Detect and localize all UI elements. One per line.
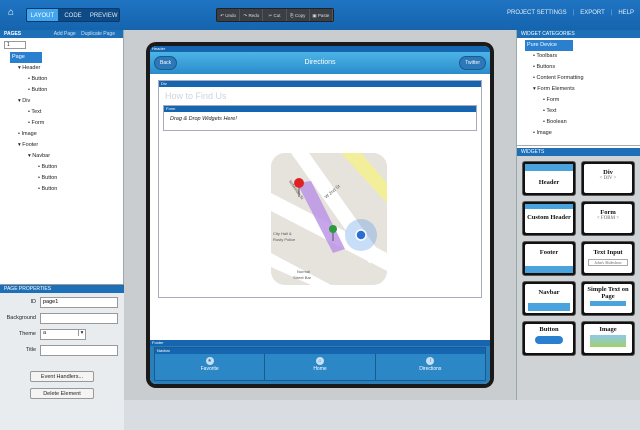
tree-item-button[interactable]: • Button	[10, 162, 123, 173]
category-content-formatting[interactable]: • Content Formatting	[525, 73, 640, 84]
background-input[interactable]	[40, 312, 118, 324]
page-header[interactable]: Back Directions Twitter	[150, 52, 490, 74]
widgets-header: WIDGETS	[517, 148, 640, 156]
paste-button[interactable]: ▣ Paste	[310, 9, 334, 21]
category-boolean[interactable]: • Boolean	[525, 117, 640, 128]
id-input[interactable]	[40, 296, 118, 308]
tree-item-button[interactable]: • Button	[10, 173, 123, 184]
top-links: PROJECT SETTINGS | EXPORT | HELP	[507, 10, 634, 16]
widget-button[interactable]: Button	[522, 321, 576, 356]
chevron-down-icon: ▾	[78, 329, 85, 336]
home-icon: ⌂	[315, 357, 324, 365]
home-icon[interactable]: ⌂	[8, 8, 18, 18]
device-frame: Header Back Directions Twitter Div How t…	[146, 42, 494, 388]
help-link[interactable]: HELP	[618, 10, 634, 16]
page-tree: Page ▾ Header • Button • Button ▾ Div • …	[0, 52, 123, 195]
info-icon: i	[426, 357, 435, 365]
tree-item-div[interactable]: ▾ Div	[10, 96, 123, 107]
pages-header: PAGES Add Page Duplicate Page	[0, 30, 123, 38]
tree-item-image[interactable]: • Image	[10, 129, 123, 140]
page-properties-panel: PAGE PROPERTIES ID Background Themea▾ Ti…	[0, 284, 124, 430]
widget-header[interactable]: Header	[522, 161, 576, 196]
widget-footer[interactable]: Footer	[522, 241, 576, 276]
image-thumbnail	[590, 335, 626, 347]
project-settings-link[interactable]: PROJECT SETTINGS	[507, 10, 567, 16]
design-canvas: Header Back Directions Twitter Div How t…	[124, 30, 516, 400]
export-link[interactable]: EXPORT	[580, 10, 605, 16]
nav-favorite-button[interactable]: ★ Favorite	[155, 354, 266, 381]
map-label: Rusty Police	[273, 237, 296, 242]
footer-label: Footer	[150, 340, 490, 346]
category-buttons[interactable]: • Buttons	[525, 62, 640, 73]
widget-navbar[interactable]: Navbar	[522, 281, 576, 316]
widget-form[interactable]: Form < FORM >	[581, 201, 635, 236]
widget-panel: WIDGET CATEGORIES Pure Device Widgets • …	[516, 30, 640, 400]
widgets-palette: WIDGETS Header Div < DIV > Custom Header …	[517, 148, 640, 400]
category-pure-device[interactable]: Pure Device Widgets	[525, 40, 573, 59]
category-form[interactable]: • Form	[525, 95, 640, 106]
category-text[interactable]: • Text	[525, 106, 640, 117]
map-label: City Hall &	[273, 231, 292, 236]
map-graphic	[271, 153, 387, 285]
pages-panel: PAGES Add Page Duplicate Page 1 Page ▾ H…	[0, 30, 124, 430]
page-footer[interactable]: Footer Navbar ★ Favorite ⌂ Home i Direction…	[150, 340, 490, 384]
widget-text-input[interactable]: Text Input John's Slideshow	[581, 241, 635, 276]
widget-categories-header: WIDGET CATEGORIES	[517, 30, 640, 38]
delete-element-button[interactable]: Delete Element	[30, 388, 94, 399]
category-form-elements[interactable]: ▾ Form Elements	[525, 84, 640, 95]
tree-item-text[interactable]: • Text	[10, 107, 123, 118]
add-page-link[interactable]: Add Page	[54, 31, 80, 37]
tree-item-page[interactable]: Page	[10, 52, 42, 63]
page-properties-header: PAGE PROPERTIES	[0, 285, 124, 293]
widget-image[interactable]: Image	[581, 321, 635, 356]
tree-item-button[interactable]: • Button	[10, 85, 123, 96]
top-bar: ⌂ LAYOUT CODE PREVIEW ↶ Undo ↷ Redo ✂ Cu…	[0, 0, 640, 30]
device-screen: Header Back Directions Twitter Div How t…	[150, 46, 490, 384]
star-icon: ★	[205, 357, 214, 365]
event-handlers-button[interactable]: Event Handlers...	[30, 371, 94, 382]
page-title: Directions	[304, 59, 336, 66]
tab-layout[interactable]: LAYOUT	[27, 9, 58, 21]
cut-button[interactable]: ✂ Cut	[263, 9, 287, 21]
twitter-button[interactable]: Twitter	[459, 56, 486, 70]
redo-button[interactable]: ↷ Redo	[240, 9, 264, 21]
widget-categories: WIDGET CATEGORIES Pure Device Widgets • …	[517, 30, 640, 146]
text-element[interactable]: How to Find Us	[159, 87, 481, 105]
map-image[interactable]: Sebastian St W 2nd St City Hall & Rusty …	[271, 153, 387, 285]
tree-item-header[interactable]: ▾ Header	[10, 63, 123, 74]
category-toolbars[interactable]: • Toolbars	[525, 51, 640, 62]
widget-div[interactable]: Div < DIV >	[581, 161, 635, 196]
map-label: Street Bar	[293, 275, 312, 280]
tab-code[interactable]: CODE	[58, 9, 89, 21]
content-area: Div How to Find Us Form Drag & Drop Widg…	[154, 78, 486, 334]
undo-button[interactable]: ↶ Undo	[217, 9, 241, 21]
widget-custom-header[interactable]: Custom Header	[522, 201, 576, 236]
navbar[interactable]: Navbar ★ Favorite ⌂ Home i Directions	[154, 347, 486, 381]
drop-zone-text: Drag & Drop Widgets Here!	[170, 116, 237, 122]
edit-toolbar: ↶ Undo ↷ Redo ✂ Cut ⎘ Copy ▣ Paste	[216, 8, 334, 22]
theme-select[interactable]: a ▾	[40, 328, 86, 340]
tree-item-form[interactable]: • Form	[10, 118, 123, 129]
map-label: Normal	[297, 269, 310, 274]
nav-directions-button[interactable]: i Directions	[376, 354, 485, 381]
copy-button[interactable]: ⎘ Copy	[287, 9, 310, 21]
tab-preview[interactable]: PREVIEW	[88, 9, 119, 21]
tree-item-footer[interactable]: ▾ Footer	[10, 140, 123, 151]
duplicate-page-link[interactable]: Duplicate Page	[81, 31, 119, 37]
tree-item-navbar[interactable]: ▾ Navbar	[10, 151, 123, 162]
form-element[interactable]: Form Drag & Drop Widgets Here!	[163, 105, 477, 131]
category-image[interactable]: • Image	[525, 128, 640, 139]
nav-home-button[interactable]: ⌂ Home	[265, 354, 376, 381]
div-container[interactable]: Div How to Find Us Form Drag & Drop Widg…	[158, 80, 482, 298]
mode-tabs: LAYOUT CODE PREVIEW	[26, 8, 120, 22]
title-input[interactable]	[40, 344, 118, 356]
widget-simple-text[interactable]: Simple Text on Page	[581, 281, 635, 316]
page-select[interactable]: 1	[4, 41, 26, 49]
tree-item-button[interactable]: • Button	[10, 184, 123, 195]
tree-item-button[interactable]: • Button	[10, 74, 123, 85]
